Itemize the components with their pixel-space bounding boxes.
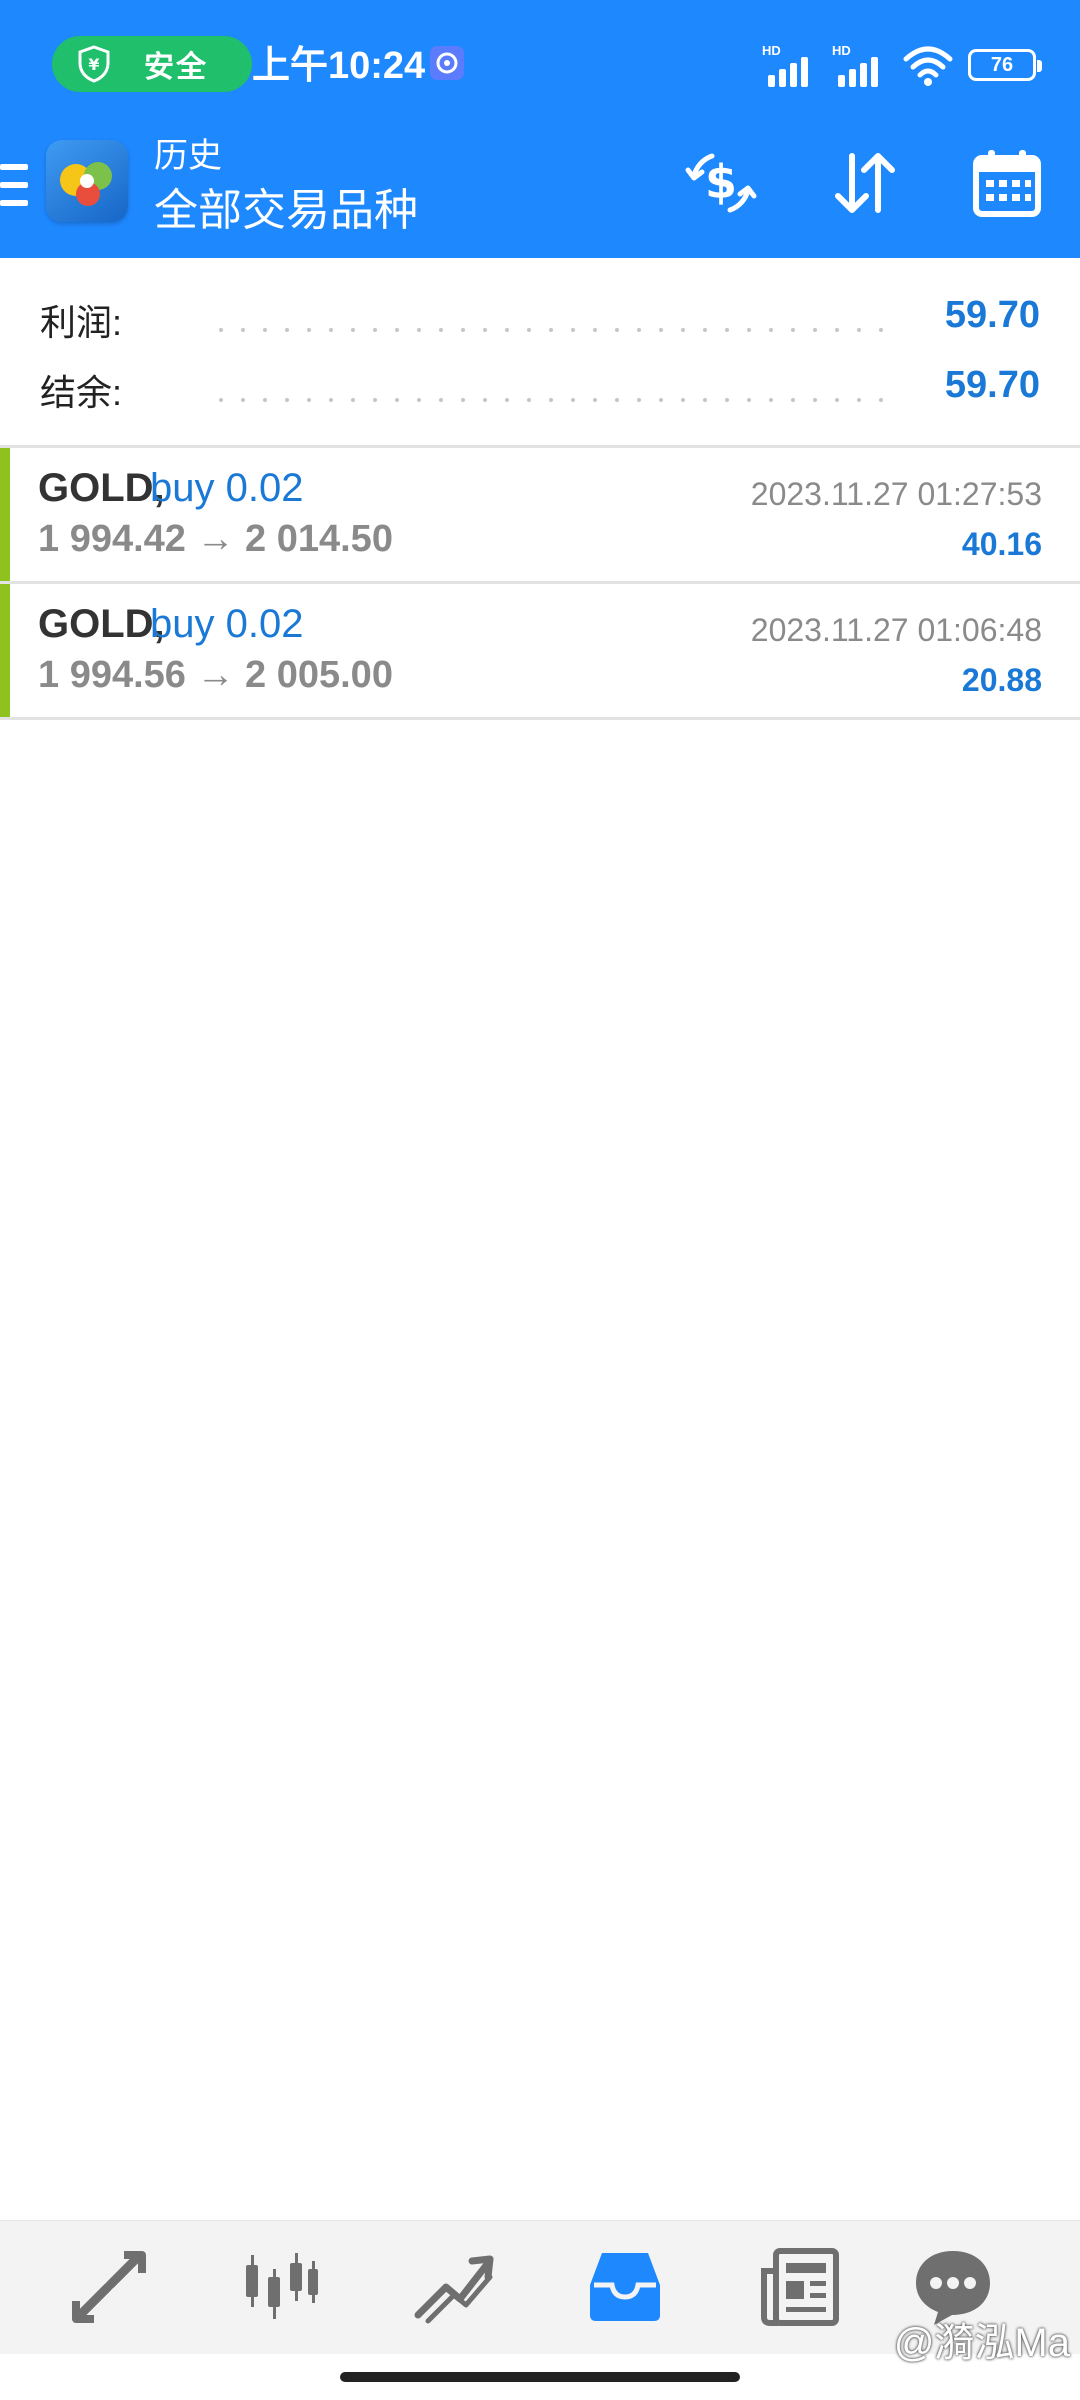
header-area: ¥ 安全 上午10:24 HD HD 76 历史 全部交易品种 $ (0, 0, 1080, 258)
status-time: 上午10:24 (252, 45, 426, 87)
trade-side: buy 0.02 (150, 466, 304, 510)
history-icon[interactable] (580, 2241, 670, 2331)
status-bar: ¥ 安全 上午10:24 HD HD 76 (0, 0, 1080, 128)
menu-icon[interactable] (0, 164, 28, 208)
security-label: 安全 (144, 51, 208, 84)
profit-value: 59.70 (944, 294, 1040, 336)
buy-indicator (0, 448, 10, 581)
sync-icon (430, 46, 464, 80)
sort-icon[interactable] (828, 146, 902, 220)
dotted-leader (210, 398, 900, 402)
trade-time: 2023.11.27 01:27:53 (750, 476, 1042, 512)
buy-indicator (0, 584, 10, 717)
watermark: @漪泓Ma (893, 2321, 1070, 2365)
battery-icon: 76 (968, 49, 1042, 81)
chart-icon[interactable] (236, 2241, 326, 2331)
quotes-icon[interactable] (64, 2241, 154, 2331)
summary-panel: 利润: 59.70 结余: 59.70 (0, 258, 1080, 448)
trade-profit: 40.16 (961, 526, 1042, 562)
calendar-icon[interactable] (970, 146, 1044, 220)
svg-text:¥: ¥ (88, 55, 99, 74)
summary-row-profit: 利润: 59.70 (0, 282, 1080, 352)
balance-value: 59.70 (944, 364, 1040, 406)
trade-prices: 1 994.42 → 2 014.50 (38, 518, 393, 560)
app-logo-icon (46, 140, 128, 222)
wifi-icon (902, 43, 954, 87)
trade-symbol: GOLD, (38, 466, 165, 510)
trade-symbol: GOLD, (38, 602, 165, 646)
cell-signal-icon: HD (832, 43, 888, 87)
cell-signal-icon: HD (762, 43, 818, 87)
svg-text:$: $ (705, 155, 737, 209)
trade-profit: 20.88 (961, 662, 1042, 698)
profit-label: 利润: (40, 302, 123, 343)
trade-icon[interactable] (408, 2241, 498, 2331)
news-icon[interactable] (754, 2241, 844, 2331)
trade-prices: 1 994.56 → 2 005.00 (38, 654, 393, 696)
trade-time: 2023.11.27 01:06:48 (750, 612, 1042, 648)
trade-row[interactable]: GOLD, buy 0.02 1 994.42 → 2 014.50 2023.… (0, 448, 1080, 584)
dotted-leader (210, 328, 900, 332)
status-icons: HD HD 76 (762, 40, 1042, 90)
trade-row[interactable]: GOLD, buy 0.02 1 994.56 → 2 005.00 2023.… (0, 584, 1080, 720)
home-indicator[interactable] (340, 2372, 740, 2382)
trade-side: buy 0.02 (150, 602, 304, 646)
battery-level: 76 (990, 53, 1014, 76)
balance-label: 结余: (40, 372, 123, 413)
page-subtitle: 历史 (154, 137, 222, 175)
app-bar: 历史 全部交易品种 $ (0, 128, 1080, 258)
currency-exchange-icon[interactable]: $ (684, 146, 758, 220)
summary-row-balance: 结余: 59.70 (0, 352, 1080, 422)
page-title[interactable]: 全部交易品种 (154, 174, 418, 238)
shield-icon: ¥ (74, 44, 114, 84)
security-badge[interactable]: ¥ 安全 (52, 36, 252, 92)
